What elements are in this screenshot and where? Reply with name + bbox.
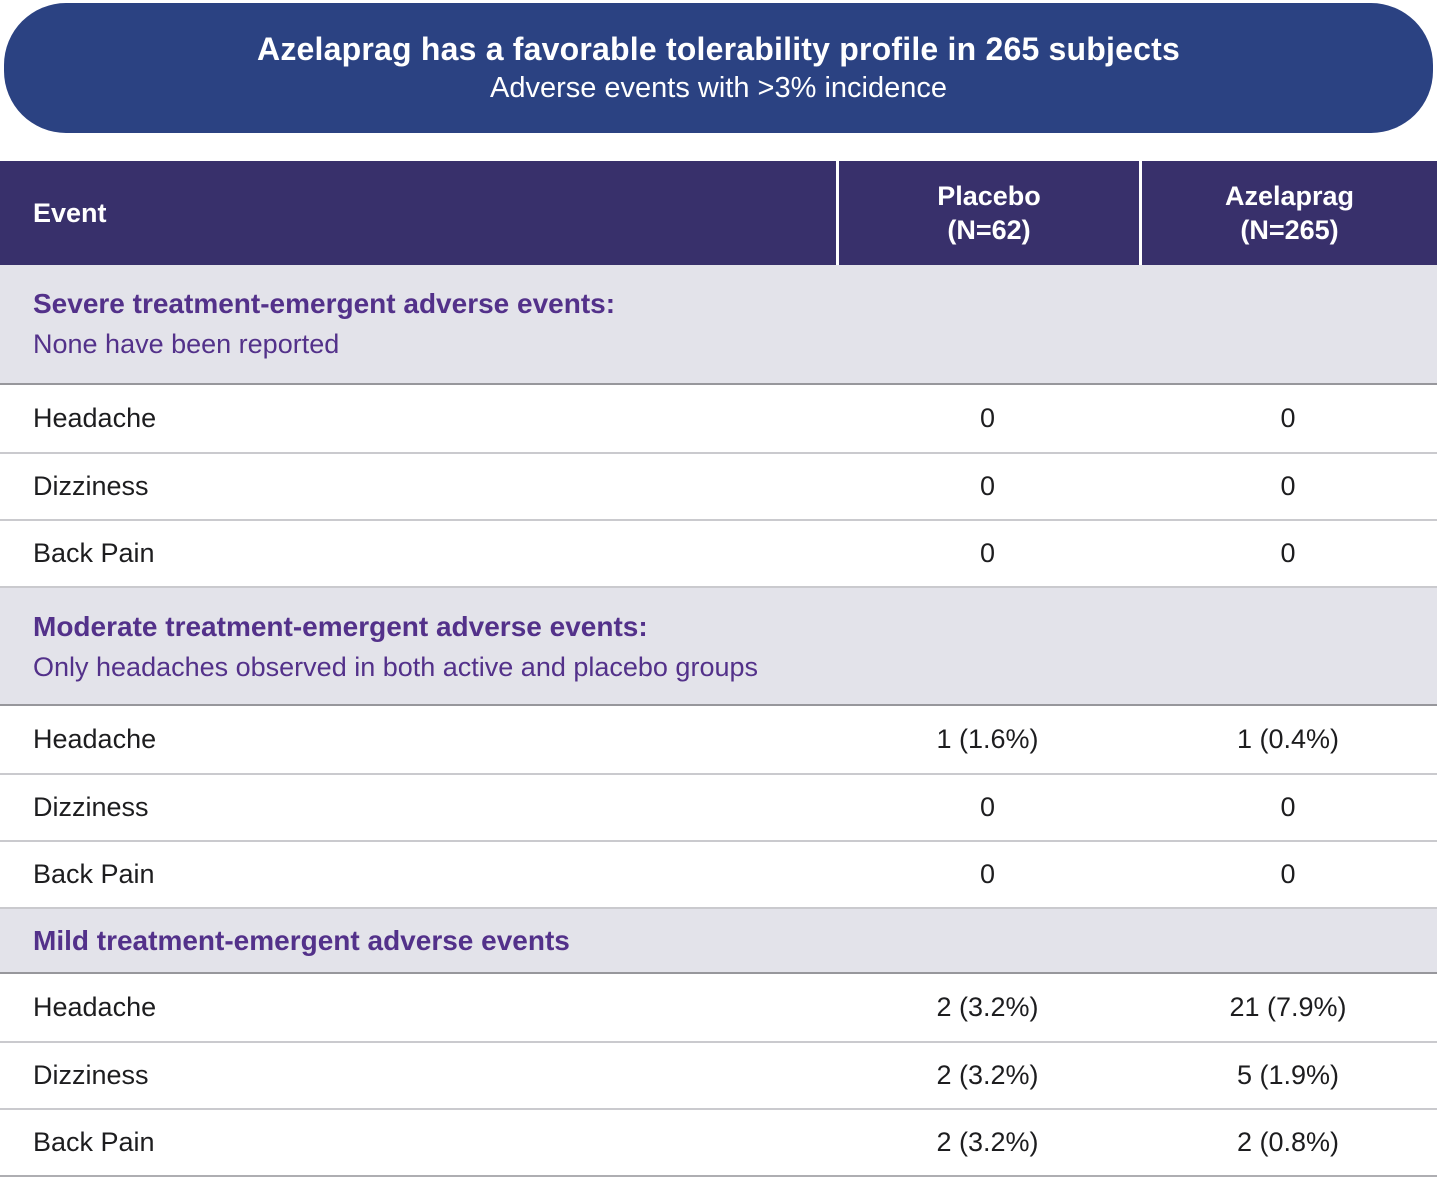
placebo-value-cell: 0 (836, 471, 1139, 502)
placebo-value-cell: 0 (836, 792, 1139, 823)
event-cell: Back Pain (0, 1127, 836, 1158)
event-cell: Headache (0, 403, 836, 434)
azelaprag-value-cell: 0 (1139, 538, 1437, 569)
azelaprag-value-cell: 0 (1139, 792, 1437, 823)
section-title: Severe treatment-emergent adverse events… (33, 284, 1404, 324)
table-row: Dizziness 0 0 (0, 773, 1437, 840)
table-row: Headache 0 0 (0, 385, 1437, 452)
placebo-value-cell: 2 (3.2%) (836, 1127, 1139, 1158)
placebo-value-cell: 2 (3.2%) (836, 1060, 1139, 1091)
slide-title: Azelaprag has a favorable tolerability p… (257, 31, 1180, 68)
event-cell: Dizziness (0, 1060, 836, 1091)
column-header-event: Event (0, 198, 836, 229)
column-header-azelaprag: Azelaprag (N=265) (1139, 161, 1437, 265)
slide-subtitle: Adverse events with >3% incidence (490, 72, 947, 105)
table-row: Back Pain 0 0 (0, 519, 1437, 586)
placebo-value-cell: 0 (836, 859, 1139, 890)
azelaprag-value-cell: 21 (7.9%) (1139, 992, 1437, 1023)
column-header-placebo: Placebo (N=62) (836, 161, 1139, 265)
azelaprag-column-label: Azelaprag (1225, 179, 1354, 213)
table-row: Dizziness 0 0 (0, 452, 1437, 519)
placebo-value-cell: 0 (836, 538, 1139, 569)
table-header-row: Event Placebo (N=62) Azelaprag (N=265) (0, 161, 1437, 265)
adverse-events-table: Event Placebo (N=62) Azelaprag (N=265) S… (0, 161, 1437, 1177)
table-row: Headache 2 (3.2%) 21 (7.9%) (0, 974, 1437, 1041)
event-cell: Back Pain (0, 538, 836, 569)
placebo-column-label: Placebo (937, 179, 1041, 213)
azelaprag-column-n: (N=265) (1240, 213, 1338, 247)
placebo-value-cell: 0 (836, 403, 1139, 434)
section-subtitle: None have been reported (33, 324, 1404, 364)
section-subtitle: Only headaches observed in both active a… (33, 647, 1404, 687)
section-header-moderate: Moderate treatment-emergent adverse even… (0, 586, 1437, 706)
event-cell: Headache (0, 724, 836, 755)
table-row: Dizziness 2 (3.2%) 5 (1.9%) (0, 1041, 1437, 1108)
azelaprag-value-cell: 0 (1139, 471, 1437, 502)
placebo-value-cell: 1 (1.6%) (836, 724, 1139, 755)
azelaprag-value-cell: 1 (0.4%) (1139, 724, 1437, 755)
placebo-column-n: (N=62) (947, 213, 1030, 247)
table-row: Back Pain 0 0 (0, 840, 1437, 907)
table-row: Back Pain 2 (3.2%) 2 (0.8%) (0, 1108, 1437, 1175)
section-title: Mild treatment-emergent adverse events (33, 921, 570, 961)
section-header-mild: Mild treatment-emergent adverse events (0, 907, 1437, 974)
title-banner: Azelaprag has a favorable tolerability p… (4, 3, 1433, 133)
section-header-severe: Severe treatment-emergent adverse events… (0, 265, 1437, 385)
placebo-value-cell: 2 (3.2%) (836, 992, 1139, 1023)
event-cell: Headache (0, 992, 836, 1023)
event-cell: Back Pain (0, 859, 836, 890)
event-cell: Dizziness (0, 471, 836, 502)
azelaprag-value-cell: 0 (1139, 859, 1437, 890)
section-title: Moderate treatment-emergent adverse even… (33, 607, 1404, 647)
azelaprag-value-cell: 5 (1.9%) (1139, 1060, 1437, 1091)
table-row: Headache 1 (1.6%) 1 (0.4%) (0, 706, 1437, 773)
azelaprag-value-cell: 0 (1139, 403, 1437, 434)
azelaprag-value-cell: 2 (0.8%) (1139, 1127, 1437, 1158)
event-cell: Dizziness (0, 792, 836, 823)
